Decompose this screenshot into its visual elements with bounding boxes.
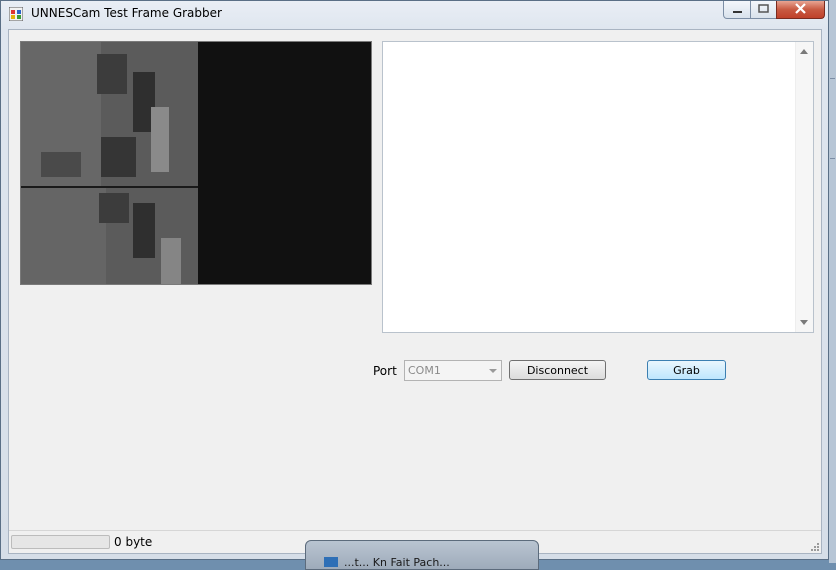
frame-object [97, 54, 127, 94]
close-icon [795, 3, 806, 14]
log-textbox[interactable] [382, 41, 814, 333]
grab-button[interactable]: Grab [647, 360, 726, 380]
popup-app-icon [324, 557, 338, 567]
frame-object [101, 137, 136, 177]
status-progress-bar [11, 535, 110, 549]
frame-object [133, 203, 155, 258]
window-title: UNNESCam Test Frame Grabber [31, 6, 222, 20]
resize-grip-icon[interactable] [809, 541, 819, 551]
app-window-icon [9, 7, 23, 21]
close-button[interactable] [776, 1, 825, 19]
frame-wall [21, 188, 106, 284]
frame-object [151, 107, 169, 172]
client-area: Port COM1 Disconnect Grab 0 byte [8, 29, 822, 554]
edge-tick [830, 158, 835, 159]
frame-image-bottom [21, 188, 198, 284]
title-bar[interactable]: UNNESCam Test Frame Grabber [1, 1, 828, 29]
taskbar-popup[interactable]: ...t... Kn Fait Pach... [305, 540, 539, 570]
frame-object [99, 193, 129, 223]
status-bytes-text: 0 byte [114, 535, 153, 549]
frame-image-top [21, 42, 198, 187]
minimize-button[interactable] [723, 1, 751, 19]
desktop-edge [829, 0, 836, 563]
camera-preview [20, 41, 372, 285]
chevron-down-icon[interactable] [800, 320, 808, 325]
port-label: Port [373, 364, 397, 378]
port-select[interactable]: COM1 [404, 360, 502, 381]
minimize-icon [733, 11, 742, 13]
port-select-value: COM1 [408, 364, 441, 377]
disconnect-button[interactable]: Disconnect [509, 360, 606, 380]
frame-object [161, 238, 181, 284]
maximize-icon [758, 4, 769, 13]
log-scrollbar[interactable] [795, 42, 813, 332]
chevron-down-icon [489, 369, 497, 373]
maximize-button[interactable] [750, 1, 777, 19]
main-window: UNNESCam Test Frame Grabber Port COM1 Di… [0, 0, 829, 560]
edge-tick [830, 78, 835, 79]
chevron-up-icon[interactable] [800, 49, 808, 54]
frame-object [41, 152, 81, 177]
